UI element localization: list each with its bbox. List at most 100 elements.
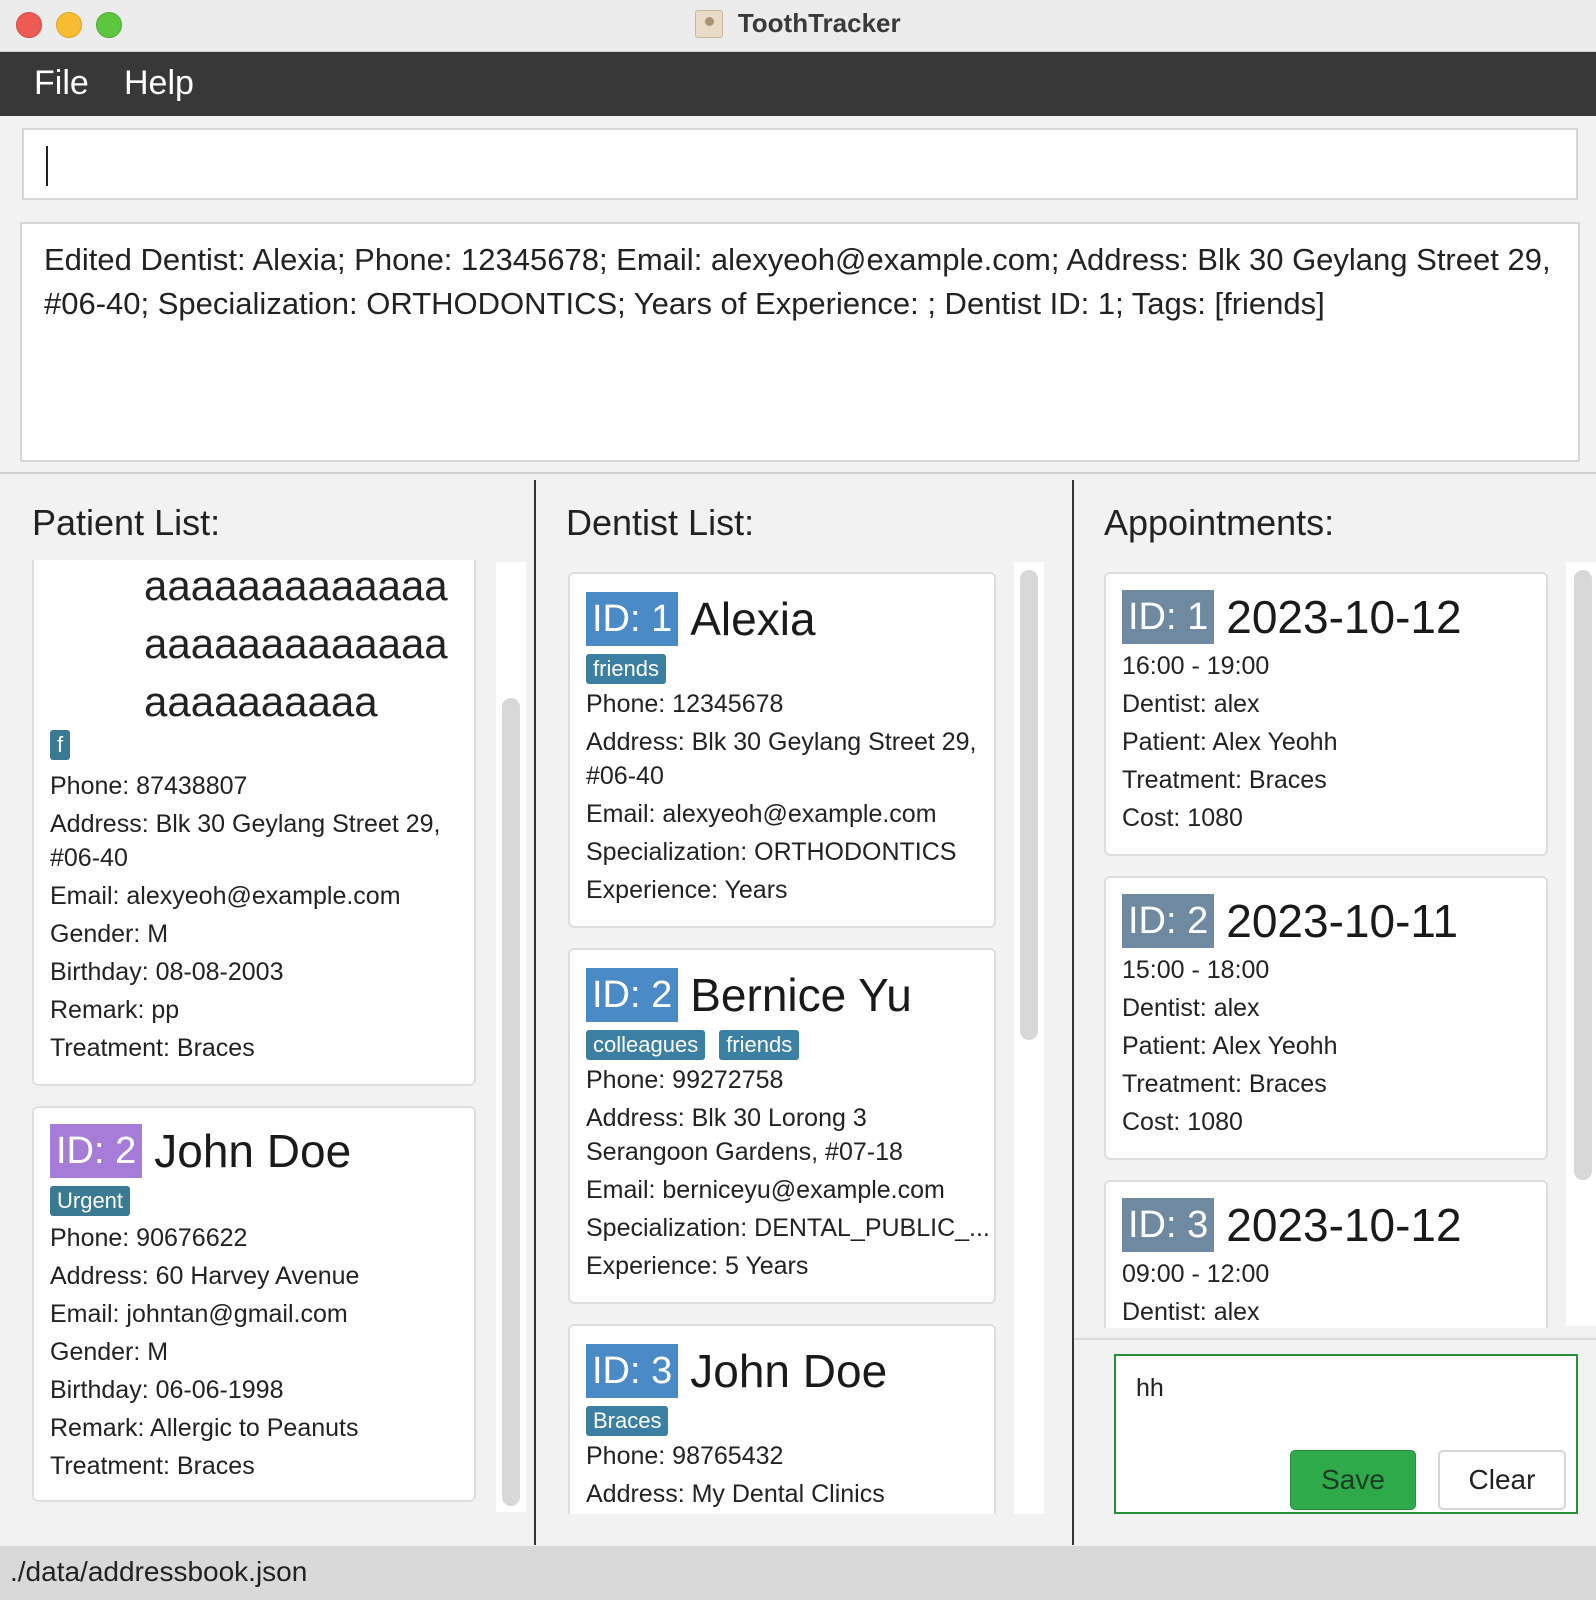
appointment-time: 16:00 - 19:00 [1122,652,1270,680]
patient-list[interactable]: aaaaaaaaaaaaa aaaaaaaaaaaaa aaaaaaaaaa f… [20,560,526,1510]
dentist-specialization: Specialization: DENTAL_PUBLIC_... [586,1214,990,1242]
dentist-name: Alexia [690,593,816,645]
dentist-tags: friends [586,654,667,684]
appointment-treatment: Treatment: Braces [1122,1070,1327,1098]
patient-gender: Gender: M [50,920,169,948]
appointments-title: Appointments: [1104,502,1335,543]
status-bar: ./data/addressbook.json [0,1546,1596,1600]
patient-list-title: Patient List: [32,502,221,543]
panel-divider-left[interactable] [534,480,536,1545]
dentist-address-cont: Serangoon Gardens, #07-18 [586,1138,903,1166]
panel-divider-right[interactable] [1072,480,1074,1545]
result-text: Edited Dentist: Alexia; Phone: 12345678;… [44,242,1551,321]
appointment-date: 2023-10-12 [1226,1199,1462,1251]
appointment-card[interactable]: ID: 1 2023-10-12 16:00 - 19:00 Dentist: … [1104,572,1548,856]
appointment-card-header: ID: 1 2023-10-12 [1122,590,1462,644]
appointment-date: 2023-10-12 [1226,591,1462,643]
note-text[interactable]: hh [1136,1374,1164,1403]
dentist-list[interactable]: ID: 1 Alexia friends Phone: 12345678 Add… [556,560,1016,1514]
patient-name-line: aaaaaaaaaaaaa [144,562,448,609]
patient-phone: Phone: 90676622 [50,1224,248,1252]
appointment-list[interactable]: ID: 1 2023-10-12 16:00 - 19:00 Dentist: … [1094,560,1554,1328]
dentist-card-header: ID: 1 Alexia [586,592,816,646]
appointment-id-badge: ID: 2 [1122,894,1215,948]
dentist-address: Address: Blk 30 Geylang Street 29, [586,728,977,756]
clear-button[interactable]: Clear [1438,1450,1566,1510]
appointment-time: 15:00 - 18:00 [1122,956,1270,984]
dentist-experience: Experience: 5 Years [586,1252,809,1280]
patient-remark: Remark: pp [50,996,180,1024]
appointment-cost: Cost: 1080 [1122,804,1243,832]
patient-treatment: Treatment: Braces [50,1452,255,1480]
menu-help[interactable]: Help [124,64,194,103]
dentist-phone: Phone: 12345678 [586,690,784,718]
appointment-time: 09:00 - 12:00 [1122,1260,1270,1288]
patient-card[interactable]: aaaaaaaaaaaaa aaaaaaaaaaaaa aaaaaaaaaa f… [32,560,476,1086]
title-bar: ToothTracker [0,0,1596,52]
patient-card[interactable]: ID: 2 John Doe Urgent Phone: 90676622 Ad… [32,1106,476,1502]
patient-address: Address: 60 Harvey Avenue [50,1262,360,1290]
dentist-address: Address: Blk 30 Lorong 3 [586,1104,867,1132]
patient-name-line: aaaaaaaaaaaaa [144,620,448,667]
patient-phone: Phone: 87438807 [50,772,248,800]
tag-f: f [50,730,71,760]
patient-name-line: aaaaaaaaaa [144,678,378,725]
dentist-tags: colleagues friends [586,1030,800,1060]
patient-email: Email: johntan@gmail.com [50,1300,348,1328]
window-title: ToothTracker [737,8,901,38]
dentist-card[interactable]: ID: 2 Bernice Yu colleagues friends Phon… [568,948,996,1304]
dentist-card-header: ID: 3 John Doe [586,1344,887,1398]
dentist-id-badge: ID: 3 [586,1344,679,1398]
appointment-dentist: Dentist: alex [1122,994,1260,1022]
menu-file[interactable]: File [34,64,89,103]
patient-remark: Remark: Allergic to Peanuts [50,1414,359,1442]
dentist-experience: Experience: Years [586,876,788,904]
patient-scrollbar[interactable] [496,562,526,1512]
tag-urgent: Urgent [50,1186,131,1216]
menu-bar: File Help [0,52,1596,116]
tag-friends: friends [586,654,667,684]
command-box[interactable] [22,128,1578,200]
dentist-name: Bernice Yu [690,969,912,1021]
appointment-treatment: Treatment: Braces [1122,766,1327,794]
result-display: Edited Dentist: Alexia; Phone: 12345678;… [20,222,1580,462]
appointment-patient: Patient: Alex Yeohh [1122,1032,1338,1060]
dentist-name: John Doe [690,1345,888,1397]
appointment-card[interactable]: ID: 2 2023-10-11 15:00 - 18:00 Dentist: … [1104,876,1548,1160]
dentist-card[interactable]: ID: 1 Alexia friends Phone: 12345678 Add… [568,572,996,928]
patient-name: John Doe [154,1125,352,1177]
command-input[interactable] [54,140,1554,190]
appointment-card[interactable]: ID: 3 2023-10-12 09:00 - 12:00 Dentist: … [1104,1180,1548,1328]
dentist-id-badge: ID: 1 [586,592,679,646]
dentist-scrollbar[interactable] [1014,562,1044,1514]
appointment-scrollbar-thumb[interactable] [1574,570,1592,1180]
tag-friends: friends [719,1030,800,1060]
title-wrap: ToothTracker [0,8,1596,39]
dentist-address: Address: My Dental Clinics [586,1480,885,1508]
patient-birthday: Birthday: 06-06-1998 [50,1376,284,1404]
patient-gender: Gender: M [50,1338,169,1366]
appointment-scrollbar[interactable] [1566,562,1596,1326]
dentist-card[interactable]: ID: 3 John Doe Braces Phone: 98765432 Ad… [568,1324,996,1514]
file-path: ./data/addressbook.json [10,1556,308,1587]
tag-colleagues: colleagues [586,1030,706,1060]
dentist-list-title: Dentist List: [566,502,755,543]
patient-address: Address: Blk 30 Geylang Street 29, [50,810,441,838]
dentist-phone: Phone: 99272758 [586,1066,784,1094]
save-button[interactable]: Save [1290,1450,1416,1510]
dentist-tags: Braces [586,1406,669,1436]
app-window: ToothTracker File Help Edited Dentist: A… [0,0,1596,1600]
appointment-card-header: ID: 2 2023-10-11 [1122,894,1458,948]
tag-braces: Braces [586,1406,669,1436]
note-editor[interactable]: hh Save Clear [1114,1354,1578,1514]
patient-address-cont: #06-40 [50,844,128,872]
dentist-scrollbar-thumb[interactable] [1020,570,1038,1040]
appointment-date: 2023-10-11 [1226,895,1459,947]
appointment-id-badge: ID: 3 [1122,1198,1215,1252]
patient-scrollbar-thumb[interactable] [502,698,520,1506]
appointment-patient: Patient: Alex Yeohh [1122,728,1338,756]
patient-email: Email: alexyeoh@example.com [50,882,401,910]
appointment-cost: Cost: 1080 [1122,1108,1243,1136]
appointment-id-badge: ID: 1 [1122,590,1215,644]
appointment-card-header: ID: 3 2023-10-12 [1122,1198,1462,1252]
